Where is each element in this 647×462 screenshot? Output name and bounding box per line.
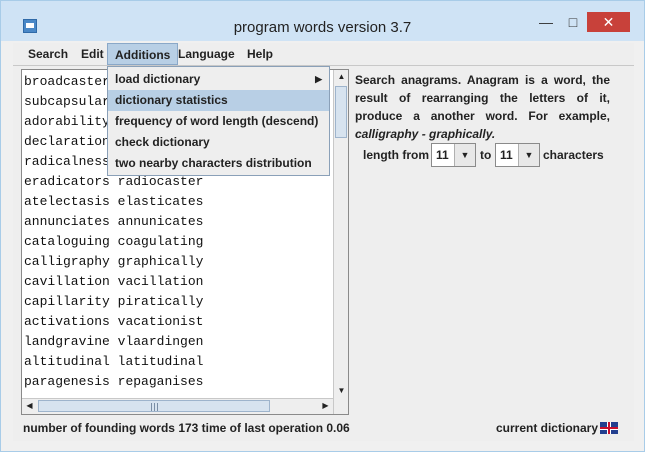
word-first: calligraphy [24,254,110,269]
word-second: coagulating [117,234,204,249]
length-suffix-label: characters [543,148,604,162]
status-text: number of founding words 173 time of las… [23,421,350,435]
description-example: calligraphy - graphically. [355,127,496,141]
title-bar: program words version 3.7 — □ ✕ [1,1,644,41]
list-item[interactable]: calligraphy graphically [24,252,219,272]
word-first: capillarity [24,294,110,309]
scroll-down-icon[interactable]: ▼ [334,384,348,398]
word-first: radicalness [24,154,110,169]
menu-additions[interactable]: Additions [107,43,179,65]
length-to-label: to [480,148,492,162]
minimize-icon[interactable]: — [533,12,559,32]
word-second: latitudinal [117,354,204,369]
word-second: piratically [117,294,204,309]
word-second: vacationist [117,314,204,329]
menu-bar: Search Edit Additions Language Help [13,43,634,66]
menu-help[interactable]: Help [240,43,280,65]
word-first: adorability [24,114,110,129]
app-window: program words version 3.7 — □ ✕ Search E… [0,0,645,452]
menu-item-nearby-characters[interactable]: two nearby characters distribution [108,153,329,174]
menu-item-label: load dictionary [115,72,201,86]
status-bar: number of founding words 173 time of las… [13,415,634,441]
menu-item-load-dictionary[interactable]: load dictionary ▶ [108,69,329,90]
menu-item-dictionary-statistics[interactable]: dictionary statistics [108,90,329,111]
word-first: paragenesis [24,374,110,389]
horizontal-scrollbar[interactable]: ◀ ▶ [22,398,333,414]
word-first: altitudinal [24,354,110,369]
length-to-select[interactable]: 11 ▼ [495,143,540,167]
scroll-left-icon[interactable]: ◀ [22,399,37,413]
word-second: vacillation [117,274,204,289]
word-second: radiocaster [117,174,204,189]
length-from-select[interactable]: 11 ▼ [431,143,476,167]
menu-language[interactable]: Language [171,43,242,65]
main-content: Search Edit Additions Language Help broa… [13,43,634,441]
word-second: repaganises [117,374,204,389]
vertical-scrollbar[interactable]: ▲ ▼ [333,70,348,414]
close-icon[interactable]: ✕ [587,12,630,32]
horizontal-scroll-thumb[interactable] [38,400,270,412]
chevron-down-icon[interactable]: ▼ [518,144,539,166]
search-description: Search anagrams. Anagram is a word, the … [355,71,610,143]
length-from-value: 11 [436,148,449,162]
list-item[interactable]: paragenesis repaganises [24,372,219,392]
word-first: eradicators [24,174,110,189]
scroll-up-icon[interactable]: ▲ [334,70,348,84]
menu-item-frequency-word-length[interactable]: frequency of word length (descend) [108,111,329,132]
additions-dropdown-menu: load dictionary ▶ dictionary statistics … [107,66,330,176]
word-first: landgravine [24,334,110,349]
list-item[interactable]: annunciates annunicates [24,212,219,232]
menu-item-check-dictionary[interactable]: check dictionary [108,132,329,153]
word-first: subcapsular [24,94,110,109]
word-first: activations [24,314,110,329]
word-second: annunicates [117,214,204,229]
word-first: cataloguing [24,234,110,249]
list-item[interactable]: altitudinal latitudinal [24,352,219,372]
list-item[interactable]: cavillation vacillation [24,272,219,292]
list-item[interactable]: capillarity piratically [24,292,219,312]
vertical-scroll-thumb[interactable] [335,86,347,138]
word-first: broadcaster [24,74,110,89]
submenu-arrow-icon: ▶ [315,74,322,84]
description-text: Search anagrams. Anagram is a word, the … [355,73,610,123]
current-dictionary-label: current dictionary [495,421,598,435]
list-item[interactable]: landgravine vlaardingen [24,332,219,352]
maximize-icon[interactable]: □ [560,12,586,32]
menu-edit[interactable]: Edit [74,43,111,65]
word-second: graphically [117,254,204,269]
word-first: cavillation [24,274,110,289]
word-second: vlaardingen [117,334,204,349]
word-second: elasticates [117,194,204,209]
scroll-right-icon[interactable]: ▶ [318,399,333,413]
word-first: annunciates [24,214,110,229]
list-item[interactable]: atelectasis elasticates [24,192,219,212]
word-first: atelectasis [24,194,110,209]
length-to-value: 11 [500,148,513,162]
list-item[interactable]: cataloguing coagulating [24,232,219,252]
uk-flag-icon[interactable] [600,422,618,434]
length-from-label: length from [363,148,429,162]
word-first: declarations [24,134,118,149]
chevron-down-icon[interactable]: ▼ [454,144,475,166]
menu-search[interactable]: Search [21,43,75,65]
list-item[interactable]: activations vacationist [24,312,219,332]
